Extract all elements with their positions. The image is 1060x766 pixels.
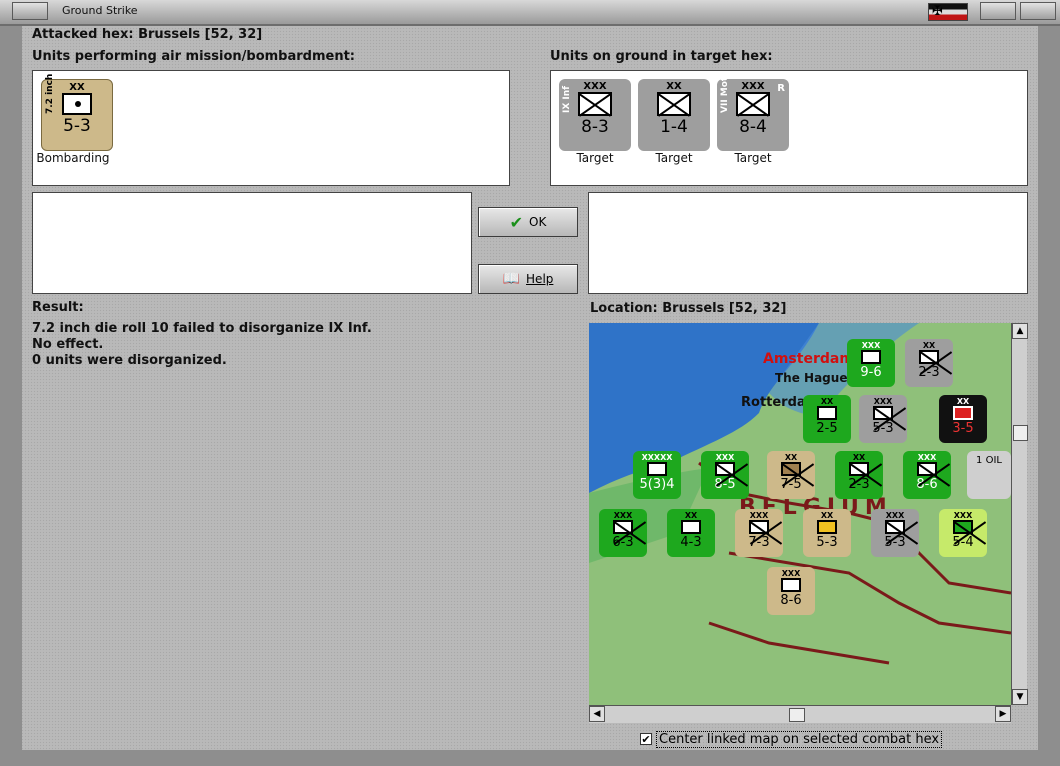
result-line: 0 units were disorganized.	[32, 353, 227, 368]
linked-map[interactable]: Amsterdam The Hague Rotterdam BELGIUM XX…	[589, 323, 1011, 705]
ground-unit-counter[interactable]: XXX 8-3 IX Inf	[559, 79, 631, 151]
unit-strength: 1-4	[660, 117, 688, 137]
system-menu-button[interactable]	[12, 2, 48, 20]
map-counter[interactable]: XXX 8-5	[701, 451, 749, 499]
ground-units-heading: Units on ground in target hex:	[550, 49, 773, 64]
center-map-checkbox[interactable]: ✔	[640, 733, 652, 745]
unit-strength: 8-4	[739, 117, 767, 137]
map-counter[interactable]: XXX 8-6	[903, 451, 951, 499]
close-button[interactable]	[1020, 2, 1056, 20]
scroll-thumb[interactable]	[789, 708, 805, 722]
scroll-left-arrow-icon[interactable]: ◀	[589, 706, 605, 722]
reserve-flag: R	[777, 83, 785, 94]
map-counter[interactable]: XXX 5-3	[859, 395, 907, 443]
attacked-hex-label: Attacked hex: Brussels [52, 32]	[32, 27, 263, 42]
right-frame	[1038, 26, 1060, 766]
ground-units-panel: XXX 8-3 IX Inf Target XX 1-4 Target XXX …	[550, 70, 1028, 186]
left-frame	[0, 26, 22, 766]
scroll-up-arrow-icon[interactable]: ▲	[1012, 323, 1028, 339]
ground-unit-status: Target	[734, 151, 772, 165]
infantry-symbol-icon	[578, 92, 612, 116]
map-vertical-scrollbar[interactable]: ▲ ▼	[1011, 323, 1028, 705]
map-counter[interactable]: XXX 7-3	[735, 509, 783, 557]
scroll-down-arrow-icon[interactable]: ▼	[1012, 689, 1028, 705]
ok-button[interactable]: ✔ OK	[478, 207, 578, 237]
map-counter[interactable]: XX 4-3	[667, 509, 715, 557]
ground-unit-counter[interactable]: XXX 8-4 VII Mot R	[717, 76, 789, 151]
air-units-panel: XX 5-3 7.2 inch Bombarding	[32, 70, 510, 186]
air-unit-counter[interactable]: XX 5-3 7.2 inch	[41, 74, 113, 151]
help-book-icon: 📖	[502, 271, 521, 287]
unit-size: XXX	[583, 81, 607, 92]
defender-detail-panel	[588, 192, 1028, 294]
ok-label: OK	[529, 215, 547, 229]
unit-name: VII Mot	[720, 76, 730, 113]
air-unit-status: Bombarding	[36, 151, 110, 165]
unit-name: 7.2 inch	[45, 73, 55, 114]
result-heading: Result:	[32, 300, 84, 315]
ground-unit-status: Target	[576, 151, 614, 165]
scroll-thumb[interactable]	[1013, 425, 1028, 441]
center-map-label[interactable]: Center linked map on selected combat hex	[656, 731, 943, 748]
attacker-detail-panel	[32, 192, 472, 294]
map-counter[interactable]: XX 3-5	[939, 395, 987, 443]
location-heading: Location: Brussels [52, 32]	[590, 301, 787, 316]
map-label-the-hague: The Hague	[775, 371, 848, 385]
artillery-symbol-icon	[62, 93, 92, 115]
ground-unit-status: Target	[655, 151, 693, 165]
map-counter[interactable]: XXX 5-4	[939, 509, 987, 557]
map-counter[interactable]: XX 2-5	[803, 395, 851, 443]
unit-strength: 5-3	[63, 116, 91, 136]
result-line: 7.2 inch die roll 10 failed to disorgani…	[32, 321, 372, 336]
result-line: No effect.	[32, 337, 104, 352]
map-counter[interactable]: XXX 8-6	[767, 567, 815, 615]
help-button[interactable]: 📖 Help	[478, 264, 578, 294]
help-label: Help	[526, 272, 554, 286]
air-units-heading: Units performing air mission/bombardment…	[32, 49, 356, 64]
map-counter[interactable]: XX 2-3	[835, 451, 883, 499]
map-counter[interactable]: 1 OIL	[967, 451, 1011, 499]
unit-strength: 8-3	[581, 117, 609, 137]
unit-name: IX Inf	[562, 85, 572, 113]
motorized-symbol-icon	[736, 92, 770, 116]
map-counter[interactable]: XXX 9-6	[847, 339, 895, 387]
map-counter[interactable]: XX 2-3	[905, 339, 953, 387]
map-label-amsterdam: Amsterdam	[763, 351, 854, 367]
checkmark-icon: ✔	[509, 212, 524, 232]
nation-flag-icon	[928, 3, 968, 21]
scroll-right-arrow-icon[interactable]: ▶	[995, 706, 1011, 722]
map-counter[interactable]: XX 5-3	[803, 509, 851, 557]
map-counter[interactable]: XXXXX 5(3)4	[633, 451, 681, 499]
map-counter[interactable]: XXX 6-3	[599, 509, 647, 557]
map-horizontal-scrollbar[interactable]: ◀ ▶	[589, 705, 1011, 723]
unit-size: XXX	[741, 81, 765, 92]
unit-size: XX	[666, 81, 682, 92]
ground-unit-counter[interactable]: XX 1-4	[638, 79, 710, 151]
bottom-frame	[0, 750, 1060, 766]
map-counter[interactable]: XX 7-5	[767, 451, 815, 499]
infantry-symbol-icon	[657, 92, 691, 116]
map-counter[interactable]: XXX 5-3	[871, 509, 919, 557]
window-title: Ground Strike	[62, 4, 138, 17]
minimize-button[interactable]	[980, 2, 1016, 20]
unit-size: XX	[69, 82, 85, 93]
title-bar: Ground Strike	[0, 0, 1060, 26]
